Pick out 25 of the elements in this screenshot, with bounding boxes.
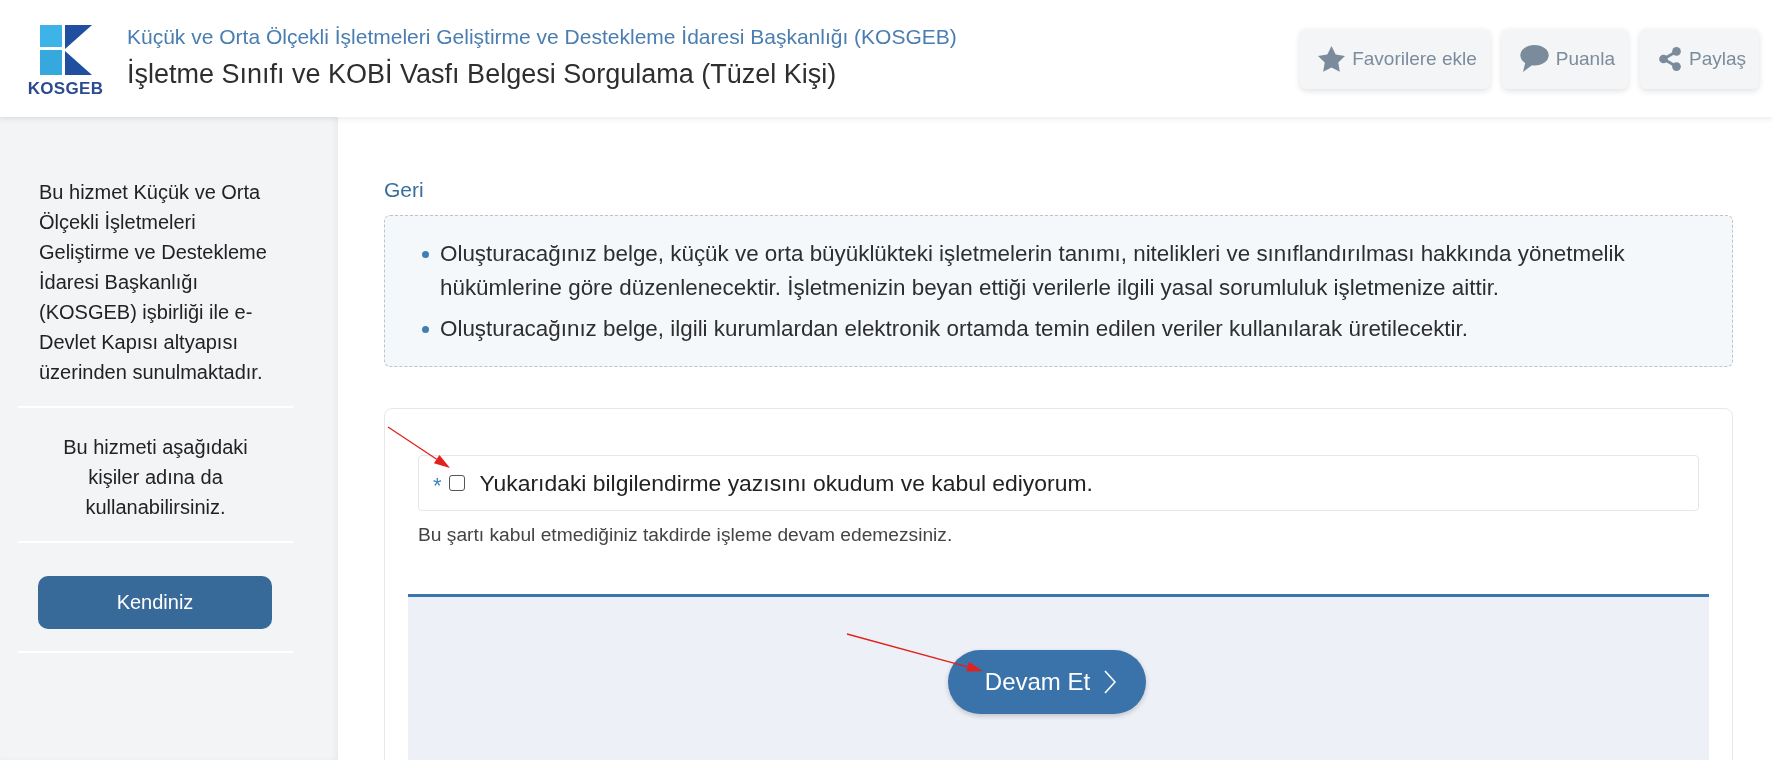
continue-button[interactable]: Devam Et: [947, 650, 1146, 714]
logo-text: KOSGEB: [27, 80, 104, 97]
share-button[interactable]: Paylaş: [1639, 28, 1759, 89]
rate-button[interactable]: Puanla: [1501, 28, 1628, 89]
bullet-icon: [422, 251, 429, 258]
required-mark: *: [433, 475, 442, 497]
bullet-icon: [422, 326, 429, 333]
consent-hint: Bu şartı kabul etmediğiniz takdirde işleme devam edemezsiniz.: [418, 523, 954, 547]
share-icon: [1657, 45, 1682, 72]
chevron-right-icon: [1104, 670, 1117, 694]
service-description: Bu hizmet Küçük ve Orta Ölçekli İşletmeleri Geliştirme ve Destekleme İdaresi Başkanlığı (KOSGEB) işbirliği ile e-Devlet Kapısı altyapısı üzerinden sunulmaktadır.: [38, 180, 268, 385]
annotation-arrow: [387, 426, 450, 468]
info-text: Oluşturacağınız belge, küçük ve orta büyüklükteki işletmelerin tanımı, nitelikleri ve sınıflandırılması hakkında yönetmelik hükümlerine göre düzenlenecektir. İşletmenizin beyan ettiği verilerle ilgili yasal sorumluluk işletmenize aittir.: [440, 240, 1626, 302]
consent-checkbox[interactable]: [448, 475, 465, 491]
consent-label[interactable]: Yukarıdaki bilgilendirme yazısını okudum ve kabul ediyorum.: [479, 469, 1093, 497]
logo-mark-icon: [39, 24, 92, 75]
favorite-button[interactable]: Favorilere ekle: [1300, 28, 1490, 89]
speech-bubble-icon: [1519, 45, 1549, 72]
back-link[interactable]: Geri: [384, 177, 424, 203]
self-option-button[interactable]: Kendiniz: [38, 576, 272, 629]
info-text: Oluşturacağınız belge, ilgili kurumlardan elektronik ortamda temin edilen veriler kullanılarak üretilecektir.: [440, 315, 1468, 343]
agency-name: Küçük ve Orta Ölçekli İşletmeleri Geliştirme ve Destekleme İdaresi Başkanlığı (KOSGEB): [127, 23, 957, 50]
page-title: İşletme Sınıfı ve KOBİ Vasfı Belgesi Sorgulama (Tüzel Kişi): [127, 57, 838, 91]
star-icon: [1318, 45, 1346, 72]
on-behalf-note: Bu hizmeti aşağıdaki kişiler adına da kullanabilirsiniz.: [62, 435, 249, 520]
